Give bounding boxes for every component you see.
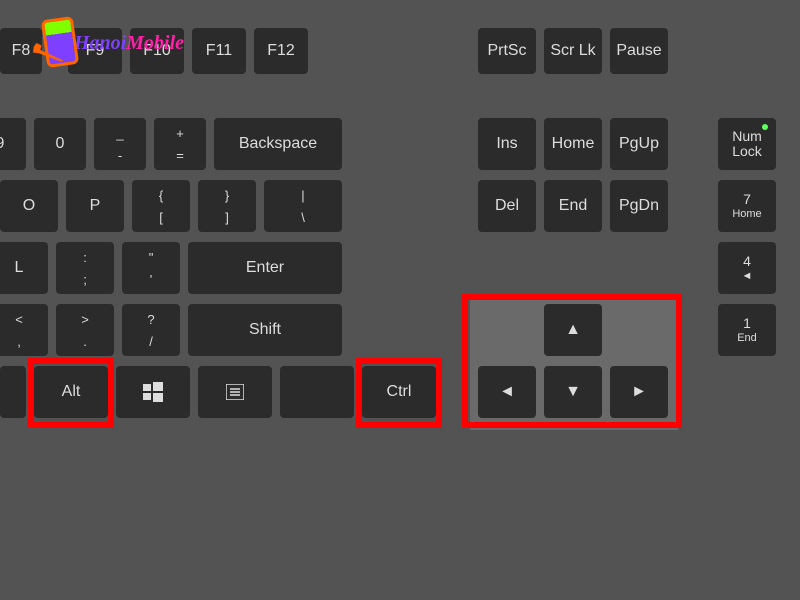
key-numpad-1[interactable]: 1End [718,304,776,356]
key-comma[interactable]: <, [0,304,48,356]
menu-icon [226,384,244,400]
numlock-led-icon [762,124,768,130]
key-arrow-up[interactable]: ▲ [544,304,602,356]
key-pgup[interactable]: PgUp [610,118,668,170]
key-arrow-left[interactable]: ◄ [478,366,536,418]
key-partial-space[interactable] [280,366,354,418]
key-quote[interactable]: "' [122,242,180,294]
key-0[interactable]: 0 [34,118,86,170]
key-numlock[interactable]: NumLock [718,118,776,170]
key-numpad-7[interactable]: 7Home [718,180,776,232]
logo-icon [36,18,80,68]
key-semicolon[interactable]: :; [56,242,114,294]
key-shift[interactable]: Shift [188,304,342,356]
key-p[interactable]: P [66,180,124,232]
key-ctrl[interactable]: Ctrl [362,366,436,418]
key-period[interactable]: >. [56,304,114,356]
logo-watermark: HanoiMobile [36,18,184,68]
key-backspace[interactable]: Backspace [214,118,342,170]
key-partial-left[interactable] [0,366,26,418]
key-pause[interactable]: Pause [610,28,668,74]
key-o[interactable]: O [0,180,58,232]
key-home[interactable]: Home [544,118,602,170]
key-slash[interactable]: ?/ [122,304,180,356]
windows-icon [143,382,163,402]
key-minus[interactable]: _- [94,118,146,170]
key-del[interactable]: Del [478,180,536,232]
key-pgdn[interactable]: PgDn [610,180,668,232]
key-9[interactable]: 9 [0,118,26,170]
key-lbracket[interactable]: {[ [132,180,190,232]
key-ins[interactable]: Ins [478,118,536,170]
key-l[interactable]: L [0,242,48,294]
key-arrow-down[interactable]: ▼ [544,366,602,418]
key-backslash[interactable]: |\ [264,180,342,232]
key-end[interactable]: End [544,180,602,232]
key-prtsc[interactable]: PrtSc [478,28,536,74]
key-equals[interactable]: += [154,118,206,170]
keyboard-area: HanoiMobile F8 F9 F10 F11 F12 PrtSc Scr … [0,0,800,600]
key-f12[interactable]: F12 [254,28,308,74]
key-rbracket[interactable]: }] [198,180,256,232]
key-numpad-4[interactable]: 4◄ [718,242,776,294]
key-enter[interactable]: Enter [188,242,342,294]
key-f11[interactable]: F11 [192,28,246,74]
key-arrow-right[interactable]: ► [610,366,668,418]
key-scrlk[interactable]: Scr Lk [544,28,602,74]
key-windows[interactable] [116,366,190,418]
key-menu[interactable] [198,366,272,418]
key-alt[interactable]: Alt [34,366,108,418]
logo-text: HanoiMobile [74,32,184,55]
